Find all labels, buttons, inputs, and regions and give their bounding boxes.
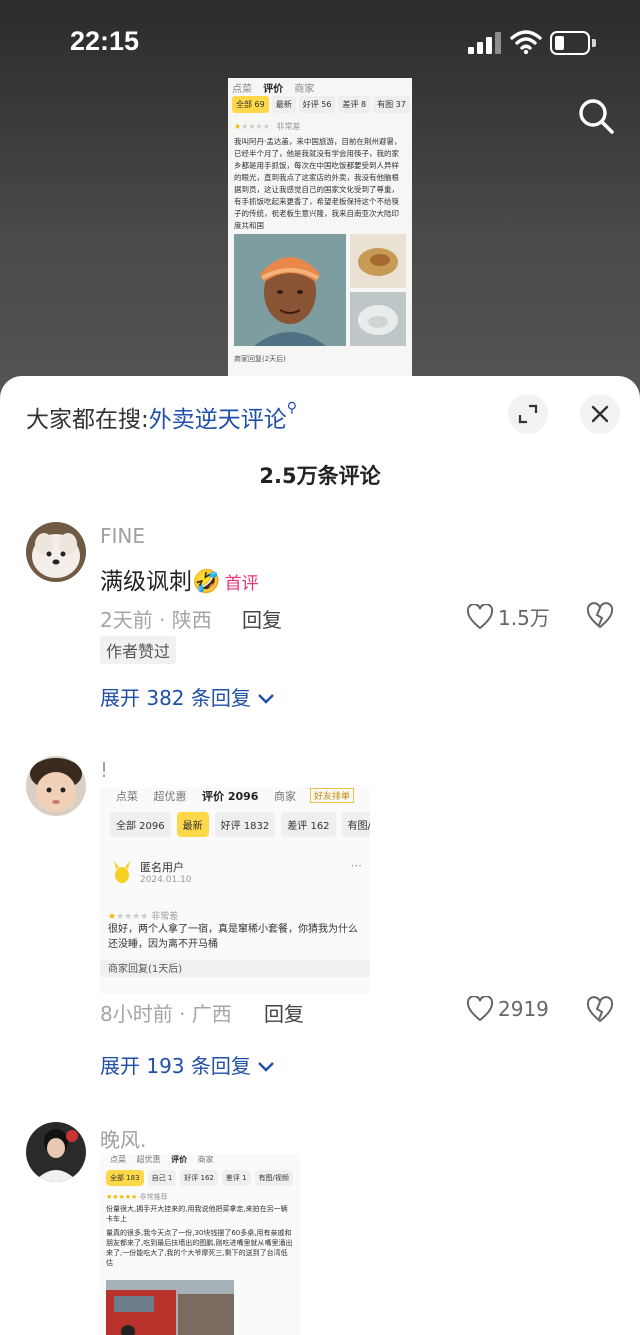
broken-heart-icon[interactable] <box>586 602 614 630</box>
video-card-tabs: 点菜 评价 商家 <box>232 84 315 95</box>
avatar[interactable] <box>26 1122 86 1182</box>
video-review-screenshot: 点菜 评价 商家 全部 69 最新 好评 56 差评 8 有图 37 ★★★★★… <box>228 78 412 378</box>
wifi-icon <box>510 30 542 55</box>
broken-heart-icon[interactable] <box>586 996 614 1024</box>
heart-icon <box>466 996 494 1022</box>
avatar[interactable] <box>26 522 86 582</box>
comment-username[interactable]: ! <box>100 758 108 782</box>
comment-text: 满级讽刺🤣 首评 <box>100 569 259 595</box>
like-count: 2919 <box>498 997 549 1021</box>
video-background[interactable]: 22:15 点菜 评价 商家 全部 69 最新 好评 56 差评 8 有图 37… <box>0 0 640 400</box>
video-card-rating: ★★★★★ 非常差 <box>234 122 301 131</box>
like-count: 1.5万 <box>498 606 550 630</box>
close-button[interactable] <box>580 394 620 434</box>
embed-filters: 全部 183 自己 1 好评 162 差评 1 有图/视频 <box>100 1166 300 1190</box>
truck-photo <box>106 1280 234 1335</box>
embed-filters: 全部 2096 最新 好评 1832 差评 162 有图/视频 <box>100 806 370 843</box>
search-icon[interactable] <box>576 96 616 136</box>
video-card-review-text: 我叫阿丹·孟达盖，来中国旅游，目前在荆州避暑，已经半个月了，他是我就没有学会用筷… <box>234 137 402 230</box>
like-button[interactable]: 1.5万 <box>466 602 550 631</box>
reply-button[interactable]: 回复 <box>264 998 304 1027</box>
status-time: 22:15 <box>70 26 140 56</box>
heart-icon <box>466 603 494 629</box>
avatar[interactable] <box>26 756 86 816</box>
comment-username[interactable]: 晚风. <box>100 1124 146 1153</box>
status-bar: 22:15 <box>0 0 640 80</box>
comment-meta: 2天前 · 陕西 <box>100 608 212 632</box>
food-photo-1 <box>350 234 406 288</box>
video-card-merchant-reply: 商家回复(2天后) <box>234 355 286 363</box>
trending-search-hint[interactable]: 大家都在搜:外卖逆天评论⚲ <box>26 400 297 434</box>
author-liked-tag: 作者赞过 <box>100 636 177 664</box>
expand-replies-link[interactable]: 展开 193 条回复 <box>100 1050 275 1079</box>
comment-image[interactable]: 点菜 超优惠 评价 2096 商家 好友排单 全部 2096 最新 好评 183… <box>100 788 370 994</box>
embed-tabs: 点菜 超优惠 评价 商家 <box>110 1155 214 1164</box>
man-portrait-photo <box>234 234 346 346</box>
video-card-photos <box>234 234 406 350</box>
cellular-signal-icon <box>468 32 502 54</box>
battery-icon <box>550 31 596 55</box>
video-card-filters: 全部 69 最新 好评 56 差评 8 有图 37 <box>228 94 412 115</box>
like-button[interactable]: 2919 <box>466 996 549 1022</box>
reply-button[interactable]: 回复 <box>242 604 282 633</box>
close-icon <box>591 405 609 423</box>
embed-tabs: 点菜 超优惠 评价 2096 商家 好友排单 <box>100 788 370 806</box>
comment-meta: 8小时前 · 广西 <box>100 1002 232 1026</box>
more-icon: ··· <box>350 859 362 873</box>
embed-rating: ★★★★★ 非常推荐 <box>106 1193 168 1201</box>
search-hint-keyword[interactable]: 外卖逆天评论 <box>149 407 287 433</box>
comment-sheet: 大家都在搜:外卖逆天评论⚲ 2.5万条评论 FINE 满级讽刺🤣 首评 2天前 … <box>0 376 640 1335</box>
chevron-down-icon <box>258 694 275 704</box>
embed-rating: ★★★★★ 非常差 <box>108 912 179 922</box>
rofl-emoji-icon: 🤣 <box>192 569 221 595</box>
food-photo-2 <box>350 292 406 346</box>
comment-image[interactable]: 点菜 超优惠 评价 商家 全部 183 自己 1 好评 162 差评 1 有图/… <box>100 1154 300 1335</box>
chevron-down-icon <box>258 1062 275 1072</box>
expand-replies-link[interactable]: 展开 382 条回复 <box>100 682 275 711</box>
first-comment-badge: 首评 <box>224 574 259 594</box>
expand-button[interactable] <box>508 394 548 434</box>
comment-count-title: 2.5万条评论 <box>259 464 381 488</box>
expand-icon <box>518 404 538 424</box>
pikachu-avatar-icon <box>112 861 132 885</box>
comment-username[interactable]: FINE <box>100 524 145 548</box>
search-hint-prefix: 大家都在搜: <box>26 407 149 433</box>
embed-user-row: 匿名用户 2024.01.10 ··· <box>100 857 370 909</box>
small-search-icon: ⚲ <box>286 400 298 416</box>
